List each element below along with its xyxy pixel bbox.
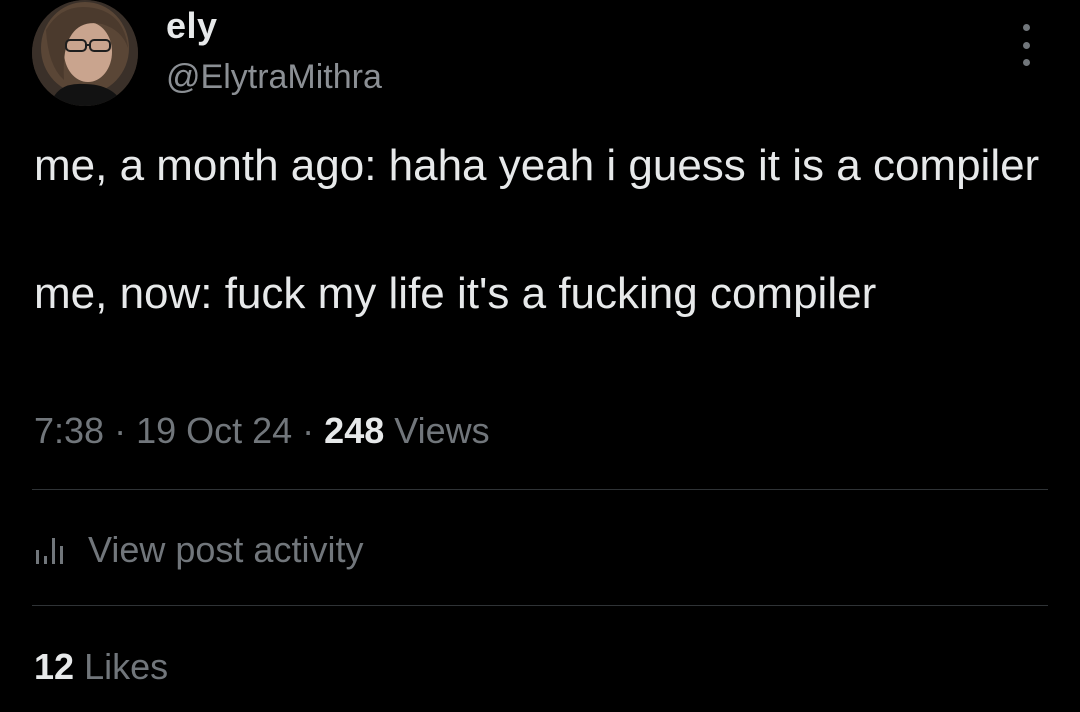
view-post-activity-label: View post activity — [88, 529, 364, 570]
divider — [32, 489, 1048, 490]
likes-count: 12 — [34, 646, 75, 687]
author-display-name[interactable]: ely — [166, 4, 218, 48]
more-dot-icon — [1022, 59, 1030, 66]
more-dot-icon — [1022, 41, 1030, 49]
avatar-image — [32, 0, 138, 106]
author-handle[interactable]: @ElytraMithra — [166, 56, 382, 98]
post-time[interactable]: 7:38 — [34, 410, 104, 451]
views-count: 248 — [324, 410, 385, 451]
divider — [32, 605, 1048, 606]
post-meta: 7:38 · 19 Oct 24 · 248 Views — [34, 408, 490, 454]
view-post-activity-button[interactable]: View post activity — [34, 525, 363, 575]
likes-label: Likes — [84, 646, 169, 687]
more-dot-icon — [1022, 24, 1030, 31]
views-label: Views — [394, 410, 490, 451]
post-text: me, a month ago: haha yeah i guess it is… — [34, 134, 1054, 326]
more-options-button[interactable] — [1010, 24, 1042, 66]
likes-link[interactable]: 12 Likes — [34, 644, 168, 690]
meta-separator: · — [104, 410, 137, 451]
bar-chart-icon — [34, 536, 68, 564]
post-date[interactable]: 19 Oct 24 — [136, 410, 292, 451]
post-text-line: me, now: fuck my life it's a fucking com… — [34, 269, 877, 318]
meta-separator: · — [292, 410, 325, 451]
avatar[interactable] — [32, 0, 138, 106]
post-text-line: me, a month ago: haha yeah i guess it is… — [34, 141, 1040, 190]
